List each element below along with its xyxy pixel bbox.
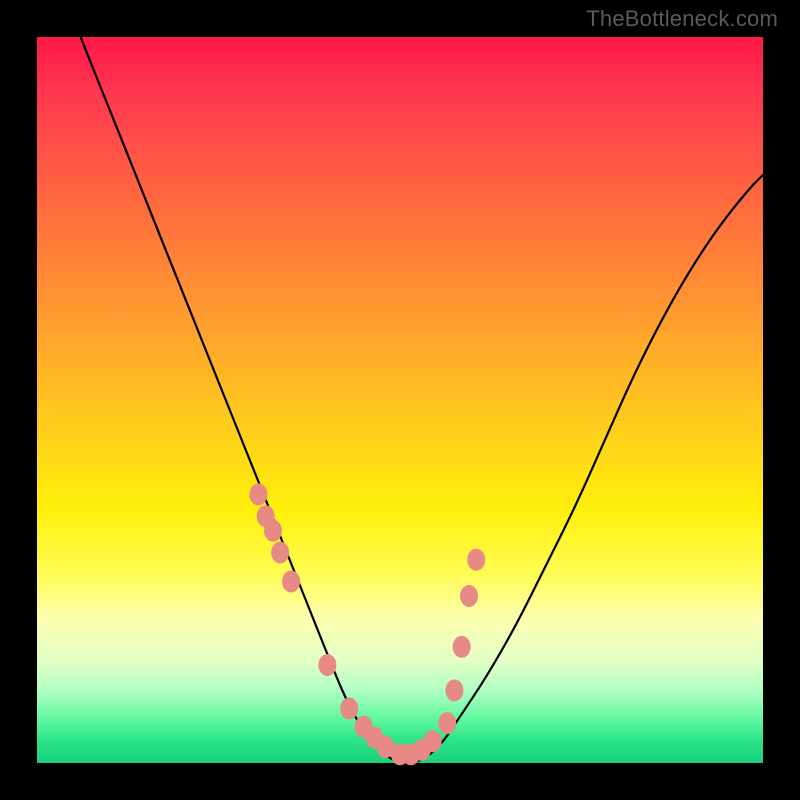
bottleneck-curve	[81, 37, 763, 763]
highlight-dot	[460, 585, 478, 607]
plot-area	[37, 37, 763, 763]
highlight-dot	[264, 520, 282, 542]
watermark-text: TheBottleneck.com	[586, 6, 778, 32]
highlight-dot	[424, 730, 442, 752]
highlight-dot	[445, 679, 463, 701]
chart-frame: TheBottleneck.com	[0, 0, 800, 800]
highlight-dot	[453, 636, 471, 658]
highlight-dot	[438, 712, 456, 734]
curve-layer	[37, 37, 763, 763]
highlight-dots	[249, 483, 485, 765]
highlight-dot	[271, 542, 289, 564]
highlight-dot	[340, 698, 358, 720]
highlight-dot	[467, 549, 485, 571]
highlight-dot	[249, 483, 267, 505]
highlight-dot	[318, 654, 336, 676]
highlight-dot	[282, 571, 300, 593]
